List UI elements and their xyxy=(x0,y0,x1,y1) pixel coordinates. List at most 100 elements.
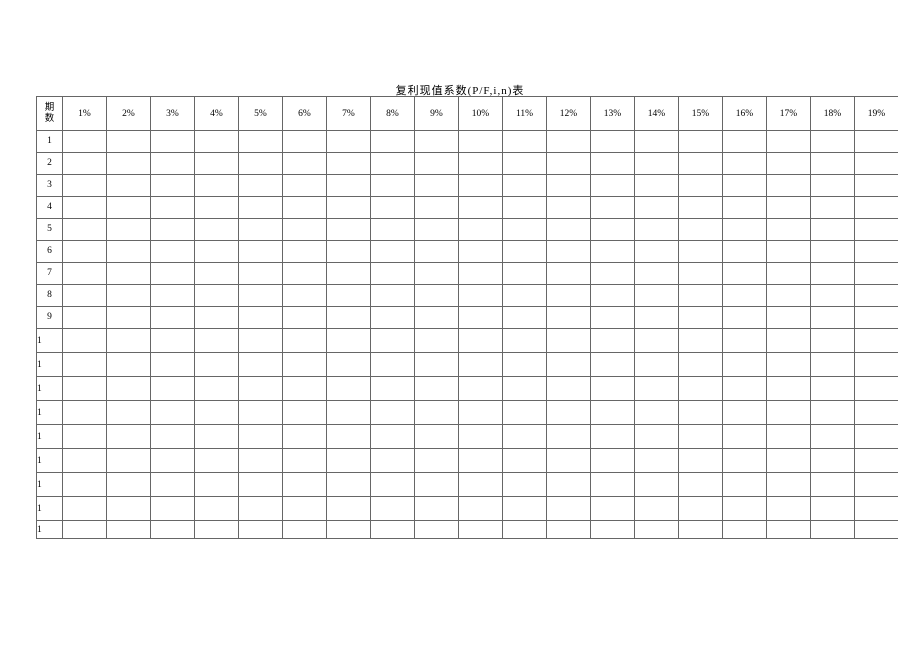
table-cell xyxy=(767,329,811,352)
table-cell xyxy=(547,353,591,376)
table-row: 6 xyxy=(37,241,898,263)
table-cell xyxy=(547,219,591,240)
table-cell xyxy=(591,307,635,328)
header-rate: 2% xyxy=(107,97,151,130)
table-cell xyxy=(679,263,723,284)
table-cell xyxy=(591,219,635,240)
header-rate: 15% xyxy=(679,97,723,130)
table-cell xyxy=(547,497,591,520)
table-cell xyxy=(635,175,679,196)
table-cell xyxy=(811,263,855,284)
table-cell xyxy=(679,307,723,328)
table-cell xyxy=(503,473,547,496)
table-cell xyxy=(855,131,898,152)
table-cell xyxy=(107,473,151,496)
table-cell xyxy=(151,131,195,152)
table-cell xyxy=(591,401,635,424)
table-cell xyxy=(107,329,151,352)
table-cell xyxy=(503,131,547,152)
table-cell xyxy=(371,401,415,424)
table-cell xyxy=(239,449,283,472)
table-cell xyxy=(767,285,811,306)
table-cell xyxy=(767,449,811,472)
table-cell xyxy=(811,197,855,218)
table-cell xyxy=(283,377,327,400)
table-cell xyxy=(503,175,547,196)
table-cell xyxy=(63,329,107,352)
table-cell xyxy=(239,285,283,306)
period-label: 2 xyxy=(37,153,63,174)
table-cell xyxy=(415,307,459,328)
table-cell xyxy=(855,497,898,520)
table-cell xyxy=(723,263,767,284)
table-row: 1 xyxy=(37,497,898,521)
table-cell xyxy=(151,285,195,306)
table-cell xyxy=(107,497,151,520)
table-cell xyxy=(151,219,195,240)
table-cell xyxy=(503,353,547,376)
table-cell xyxy=(547,153,591,174)
table-cell xyxy=(547,449,591,472)
table-cell xyxy=(239,131,283,152)
table-cell xyxy=(635,241,679,262)
table-cell xyxy=(195,449,239,472)
table-cell xyxy=(415,219,459,240)
table-cell xyxy=(635,497,679,520)
table-cell xyxy=(371,449,415,472)
table-cell xyxy=(723,175,767,196)
table-cell xyxy=(459,197,503,218)
table-cell xyxy=(635,197,679,218)
table-cell xyxy=(811,425,855,448)
table-cell xyxy=(151,401,195,424)
table-cell xyxy=(591,473,635,496)
header-period-char1: 期 xyxy=(45,103,55,113)
table-cell xyxy=(63,175,107,196)
table-cell xyxy=(635,401,679,424)
table-cell xyxy=(239,175,283,196)
table-cell xyxy=(591,449,635,472)
table-cell xyxy=(239,425,283,448)
table-cell xyxy=(415,285,459,306)
table-cell xyxy=(767,197,811,218)
table-cell xyxy=(855,219,898,240)
table-cell xyxy=(63,219,107,240)
table-cell xyxy=(503,329,547,352)
table-cell xyxy=(723,425,767,448)
table-cell xyxy=(283,197,327,218)
table-row: 4 xyxy=(37,197,898,219)
table-cell xyxy=(679,131,723,152)
table-cell xyxy=(195,497,239,520)
table-cell xyxy=(591,497,635,520)
table-cell xyxy=(767,307,811,328)
table-cell xyxy=(371,175,415,196)
table-cell xyxy=(767,153,811,174)
table-cell xyxy=(723,401,767,424)
table-cell xyxy=(371,521,415,538)
table-cell xyxy=(503,401,547,424)
table-cell xyxy=(415,329,459,352)
table-row: 1 xyxy=(37,329,898,353)
table-cell xyxy=(63,425,107,448)
table-cell xyxy=(415,377,459,400)
table-cell xyxy=(811,175,855,196)
period-label: 9 xyxy=(37,307,63,328)
table-cell xyxy=(415,353,459,376)
table-cell xyxy=(459,307,503,328)
table-cell xyxy=(195,241,239,262)
table-cell xyxy=(151,497,195,520)
table-row: 1 xyxy=(37,449,898,473)
table-cell xyxy=(63,153,107,174)
table-cell xyxy=(679,521,723,538)
table-cell xyxy=(679,473,723,496)
table-cell xyxy=(459,353,503,376)
table-cell xyxy=(371,329,415,352)
table-cell xyxy=(283,175,327,196)
table-cell xyxy=(767,131,811,152)
table-cell xyxy=(811,473,855,496)
table-cell xyxy=(195,329,239,352)
table-cell xyxy=(591,285,635,306)
table-cell xyxy=(811,401,855,424)
header-rate: 14% xyxy=(635,97,679,130)
table-cell xyxy=(547,241,591,262)
table-cell xyxy=(459,219,503,240)
